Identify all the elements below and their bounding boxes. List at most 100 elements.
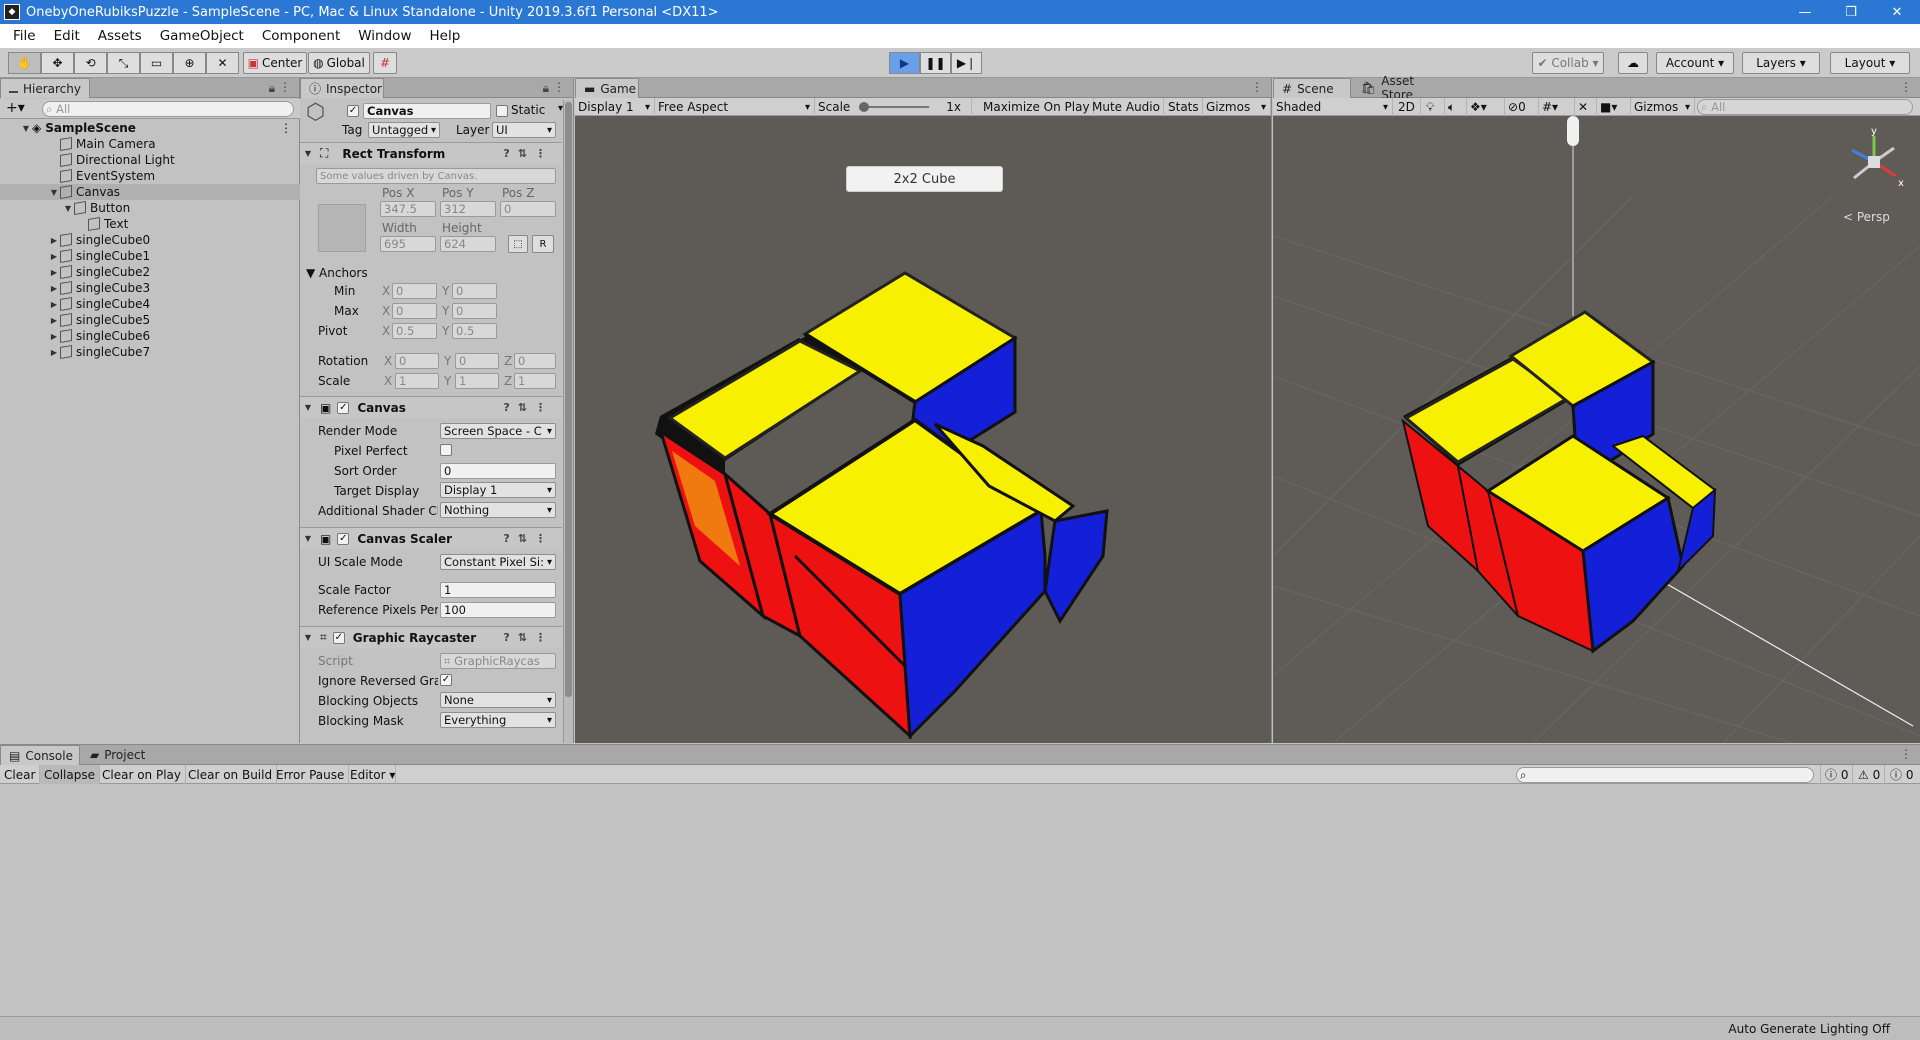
raycaster-enabled-checkbox[interactable]: ✓ bbox=[332, 631, 345, 644]
scene-search-input[interactable]: ⌕ All bbox=[1697, 99, 1913, 115]
menu-component[interactable]: Component bbox=[253, 28, 349, 44]
editor-dropdown[interactable]: Editor ▾ bbox=[346, 765, 396, 784]
expand-arrow-icon[interactable]: ▶ bbox=[48, 316, 60, 325]
camera-gizmo-icon[interactable] bbox=[1567, 116, 1579, 146]
scaler-enabled-checkbox[interactable]: ✓ bbox=[337, 532, 350, 545]
component-controls-icon[interactable]: ?⇅⋮ bbox=[503, 147, 554, 160]
scene-menu-icon[interactable]: ⋮ bbox=[1900, 80, 1912, 94]
expand-arrow-icon[interactable]: ▶ bbox=[48, 348, 60, 357]
rotate-tool-icon[interactable]: ⟲ bbox=[74, 52, 107, 74]
minimize-icon[interactable]: — bbox=[1782, 0, 1828, 24]
hierarchy-search-input[interactable]: ⌕ All bbox=[42, 101, 294, 117]
inspector-scrollbar[interactable] bbox=[563, 100, 573, 743]
rect-transform-header[interactable]: ▼ ⛶ Rect Transform ?⇅⋮ bbox=[300, 142, 562, 164]
expand-arrow-icon[interactable]: ▼ bbox=[62, 204, 74, 213]
gizmos-dropdown[interactable]: Gizmos ▾ bbox=[1203, 98, 1271, 116]
hierarchy-item-singlecube4[interactable]: ▶ singleCube4 bbox=[0, 296, 300, 312]
expand-arrow-icon[interactable]: ▼ bbox=[20, 124, 32, 133]
blocking-mask-dropdown[interactable]: Everything bbox=[440, 712, 556, 728]
console-log-area[interactable] bbox=[0, 785, 1920, 1017]
scale-factor-field[interactable]: 1 bbox=[440, 582, 556, 598]
scene-menu-icon[interactable]: ⋮ bbox=[280, 121, 292, 135]
height-field[interactable]: 624 bbox=[440, 236, 496, 252]
hierarchy-item-directional-light[interactable]: Directional Light bbox=[0, 152, 300, 168]
orientation-gizmo-icon[interactable]: y x bbox=[1838, 126, 1910, 198]
foldout-arrow-icon[interactable]: ▼ bbox=[302, 633, 314, 642]
tab-game[interactable]: ▬ Game bbox=[575, 78, 639, 98]
ignore-reversed-checkbox[interactable]: ✓ bbox=[440, 674, 452, 686]
scale-x[interactable]: 1 bbox=[395, 373, 439, 389]
expand-arrow-icon[interactable]: ▼ bbox=[48, 188, 60, 197]
anchor-min-x[interactable]: 0 bbox=[392, 283, 437, 299]
tag-dropdown[interactable]: Untagged bbox=[368, 122, 440, 138]
expand-arrow-icon[interactable]: ▶ bbox=[48, 300, 60, 309]
component-controls-icon[interactable]: ?⇅⋮ bbox=[503, 532, 554, 545]
rotation-z[interactable]: 0 bbox=[514, 353, 556, 369]
hierarchy-item-singlecube5[interactable]: ▶ singleCube5 bbox=[0, 312, 300, 328]
global-space-button[interactable]: ◍ Global bbox=[308, 52, 370, 74]
canvas-component-header[interactable]: ▼ ▣ ✓ Canvas ?⇅⋮ bbox=[300, 396, 562, 418]
mode-2d-toggle[interactable]: 2D bbox=[1395, 98, 1421, 116]
graphic-raycaster-header[interactable]: ▼ ⌗ ✓ Graphic Raycaster ?⇅⋮ bbox=[300, 626, 562, 648]
scale-y[interactable]: 1 bbox=[455, 373, 499, 389]
tab-console[interactable]: ▤ Console bbox=[0, 745, 80, 765]
console-search-input[interactable]: ⌕ bbox=[1516, 767, 1814, 783]
mute-audio-toggle[interactable]: Mute Audio bbox=[1089, 98, 1164, 116]
pixel-perfect-checkbox[interactable] bbox=[440, 444, 452, 456]
aspect-dropdown[interactable]: Free Aspect ▾ bbox=[655, 98, 815, 116]
pivot-x[interactable]: 0.5 bbox=[392, 323, 437, 339]
hidden-objects-icon[interactable]: ⊘ 0 bbox=[1505, 98, 1539, 116]
anchors-foldout[interactable]: ▼ Anchors bbox=[306, 266, 368, 280]
active-checkbox[interactable]: ✓ bbox=[347, 105, 359, 117]
component-controls-icon[interactable]: ?⇅⋮ bbox=[503, 631, 554, 644]
hierarchy-item-text[interactable]: Text bbox=[0, 216, 300, 232]
effects-icon[interactable]: ❖▾ bbox=[1467, 98, 1505, 116]
perspective-label[interactable]: < Persp bbox=[1843, 210, 1890, 224]
rotation-y[interactable]: 0 bbox=[455, 353, 499, 369]
tab-scene[interactable]: # Scene bbox=[1273, 78, 1351, 98]
error-filter-toggle[interactable]: ⓘ 0 bbox=[1886, 765, 1917, 784]
step-icon[interactable]: ▶❘ bbox=[951, 52, 982, 74]
hierarchy-item-eventsystem[interactable]: EventSystem bbox=[0, 168, 300, 184]
menu-file[interactable]: File bbox=[4, 28, 45, 44]
camera-icon[interactable]: ■▾ bbox=[1597, 98, 1631, 116]
warning-filter-toggle[interactable]: ⚠ 0 bbox=[1854, 765, 1886, 784]
canvas-enabled-checkbox[interactable]: ✓ bbox=[337, 401, 350, 414]
scale-slider-handle[interactable] bbox=[859, 102, 869, 112]
shading-mode-dropdown[interactable]: Shaded ▾ bbox=[1273, 98, 1393, 116]
error-pause-toggle[interactable]: Error Pause bbox=[272, 765, 350, 784]
static-checkbox[interactable] bbox=[496, 105, 508, 117]
audio-icon[interactable]: 🔈︎ bbox=[1445, 98, 1467, 116]
ui-scale-mode-dropdown[interactable]: Constant Pixel Si: bbox=[440, 554, 556, 570]
tab-hierarchy[interactable]: Hierarchy bbox=[0, 78, 90, 98]
anchor-min-y[interactable]: 0 bbox=[452, 283, 497, 299]
expand-arrow-icon[interactable]: ▶ bbox=[48, 252, 60, 261]
pause-icon[interactable]: ❚❚ bbox=[920, 52, 951, 74]
tools-icon[interactable]: ✕ bbox=[1575, 98, 1597, 116]
cloud-icon[interactable]: ☁ bbox=[1618, 52, 1648, 74]
game-menu-icon[interactable]: ⋮ bbox=[1251, 80, 1263, 94]
pivot-center-button[interactable]: ▣ Center bbox=[243, 52, 307, 74]
reference-pixels-field[interactable]: 100 bbox=[440, 602, 556, 618]
pivot-y[interactable]: 0.5 bbox=[452, 323, 497, 339]
hierarchy-item-singlecube1[interactable]: ▶ singleCube1 bbox=[0, 248, 300, 264]
collab-dropdown[interactable]: ✔ Collab ▾ bbox=[1532, 52, 1604, 74]
hand-tool-icon[interactable]: ✋ bbox=[8, 52, 41, 74]
posz-field[interactable]: 0 bbox=[500, 201, 556, 217]
transform-tool-icon[interactable]: ⊕ bbox=[173, 52, 206, 74]
close-icon[interactable]: ✕ bbox=[1874, 0, 1920, 24]
move-tool-icon[interactable]: ✥ bbox=[41, 52, 74, 74]
snap-grid-icon[interactable]: # bbox=[373, 52, 397, 74]
layer-dropdown[interactable]: UI bbox=[492, 122, 556, 138]
canvas-scaler-header[interactable]: ▼ ▣ ✓ Canvas Scaler ?⇅⋮ bbox=[300, 527, 562, 549]
custom-tool-icon[interactable]: ✕ bbox=[206, 52, 239, 74]
lock-icon[interactable]: 🔒︎ bbox=[543, 81, 549, 96]
render-mode-dropdown[interactable]: Screen Space - C bbox=[440, 423, 556, 439]
width-field[interactable]: 695 bbox=[380, 236, 436, 252]
display-dropdown[interactable]: Display 1 ▾ bbox=[575, 98, 655, 116]
anchor-max-x[interactable]: 0 bbox=[392, 303, 437, 319]
menu-edit[interactable]: Edit bbox=[45, 28, 89, 44]
menu-assets[interactable]: Assets bbox=[89, 28, 151, 44]
foldout-arrow-icon[interactable]: ▼ bbox=[302, 403, 314, 412]
foldout-arrow-icon[interactable]: ▼ bbox=[302, 534, 314, 543]
